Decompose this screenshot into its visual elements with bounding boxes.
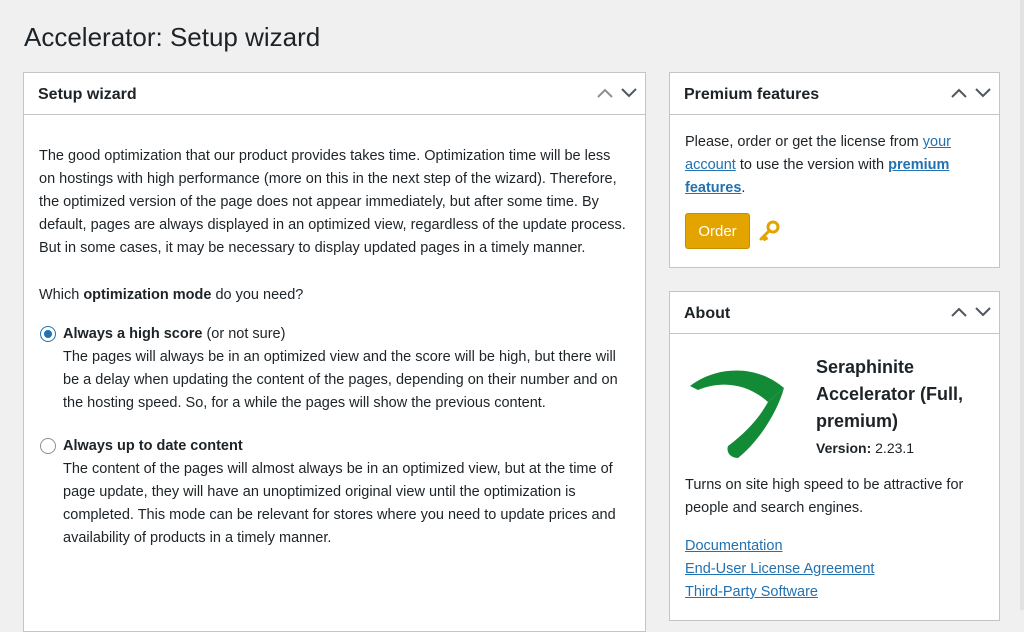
- premium-text-3: .: [741, 180, 746, 196]
- question-bold: optimization mode: [83, 287, 212, 303]
- premium-title: Premium features: [684, 86, 820, 103]
- chevron-up-icon[interactable]: [595, 83, 615, 103]
- chevron-down-icon[interactable]: [973, 302, 993, 322]
- key-icon[interactable]: [758, 220, 780, 242]
- chevron-down-icon[interactable]: [619, 83, 639, 103]
- wizard-intro: The good optimization that our product p…: [39, 148, 626, 256]
- version: Version: 2.23.1: [816, 440, 914, 456]
- product-name: Seraphinite Accelerator (Full, premium): [816, 357, 964, 431]
- panel-arrows: [595, 83, 639, 103]
- setup-wizard-header: Setup wizard: [24, 73, 645, 115]
- premium-text-2: to use the version with: [735, 157, 889, 173]
- premium-body: Please, order or get the license from yo…: [670, 115, 999, 249]
- option-high-score-title: Always a high score (or not sure): [63, 323, 630, 346]
- mode-question: Which optimization mode do you need?: [39, 284, 630, 307]
- option-title: Always a high score: [63, 326, 203, 342]
- panel-arrows: [949, 83, 993, 103]
- premium-text: Please, order or get the license from yo…: [685, 131, 984, 200]
- scrollbar-edge: [1020, 0, 1024, 610]
- chevron-up-icon[interactable]: [949, 83, 969, 103]
- option-high-score[interactable]: Always a high score (or not sure) The pa…: [39, 323, 630, 415]
- about-panel: About Seraphinite Accelerator (Full, pre…: [669, 291, 1000, 621]
- order-row: Order: [685, 213, 984, 249]
- premium-header: Premium features: [670, 73, 999, 115]
- chevron-down-icon[interactable]: [973, 83, 993, 103]
- question-suffix: do you need?: [211, 287, 304, 303]
- option-high-score-desc: The pages will always be in an optimized…: [63, 349, 618, 411]
- premium-text-1: Please, order or get the license from: [685, 134, 923, 150]
- setup-wizard-body: The good optimization that our product p…: [24, 115, 645, 550]
- question-prefix: Which: [39, 287, 84, 303]
- radio-high-score[interactable]: [40, 326, 56, 342]
- third-party-link[interactable]: Third-Party Software: [685, 584, 818, 600]
- setup-wizard-title: Setup wizard: [38, 86, 137, 103]
- option-note: (or not sure): [202, 326, 286, 342]
- version-value: 2.23.1: [875, 440, 915, 456]
- about-links: Documentation End-User License Agreement…: [670, 535, 999, 604]
- option-up-to-date-title: Always up to date content: [63, 435, 630, 458]
- option-up-to-date[interactable]: Always up to date content The content of…: [39, 435, 630, 550]
- chevron-up-icon[interactable]: [949, 302, 969, 322]
- eula-link[interactable]: End-User License Agreement: [685, 561, 874, 577]
- order-button[interactable]: Order: [685, 213, 750, 249]
- about-header: About: [670, 292, 999, 334]
- option-up-to-date-desc: The content of the pages will almost alw…: [63, 461, 616, 546]
- version-label: Version:: [816, 440, 872, 456]
- option-title: Always up to date content: [63, 438, 243, 454]
- radio-up-to-date[interactable]: [40, 438, 56, 454]
- about-description: Turns on site high speed to be attractiv…: [685, 477, 964, 516]
- premium-features-panel: Premium features Please, order or get th…: [669, 72, 1000, 268]
- about-top: Seraphinite Accelerator (Full, premium) …: [670, 334, 999, 464]
- panel-arrows: [949, 302, 993, 322]
- page-title: Accelerator: Setup wizard: [24, 22, 321, 52]
- setup-wizard-panel: Setup wizard The good optimization that …: [23, 72, 646, 632]
- seraphinite-logo: [690, 370, 784, 458]
- documentation-link[interactable]: Documentation: [685, 538, 783, 554]
- about-title: About: [684, 305, 731, 322]
